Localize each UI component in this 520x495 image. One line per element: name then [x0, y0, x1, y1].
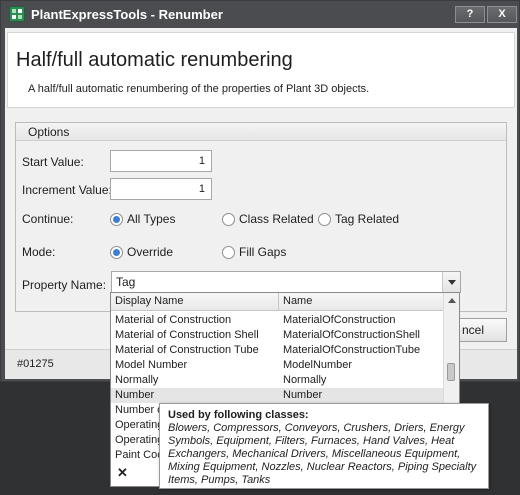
header-panel: Half/full automatic renumbering A half/f… [7, 32, 515, 108]
options-header: Options [16, 123, 506, 141]
mode-override-radio[interactable]: Override [110, 244, 173, 260]
list-item-name: Normally [283, 374, 327, 386]
list-item-selected[interactable]: Number Number [111, 388, 443, 403]
scroll-up-icon[interactable] [448, 298, 456, 303]
tooltip-body: Blowers, Compressors, Conveyors, Crusher… [168, 422, 477, 486]
close-icon[interactable]: ✕ [117, 465, 128, 481]
list-item-display: Number [115, 389, 155, 401]
close-button[interactable]: X [487, 6, 517, 23]
radio-label: All Types [127, 212, 176, 226]
list-item-display: Material of Construction [115, 314, 232, 326]
list-item-name: MaterialOfConstructionTube [283, 344, 421, 356]
radio-label: Class Related [239, 212, 314, 226]
radio-label: Fill Gaps [239, 245, 287, 259]
radio-unchecked-icon [222, 245, 235, 259]
page-title: Half/full automatic renumbering [16, 49, 293, 71]
property-name-value: Tag [116, 275, 136, 289]
mode-label: Mode: [22, 245, 56, 259]
chevron-down-icon[interactable] [442, 272, 460, 292]
app-icon [9, 6, 25, 22]
property-name-combo[interactable]: Tag [111, 271, 461, 293]
list-item[interactable]: Material of Construction Tube MaterialOf… [111, 343, 443, 358]
list-item-name: MaterialOfConstruction [283, 314, 396, 326]
property-name-label: Property Name: [22, 278, 107, 292]
options-legend: Options [28, 125, 70, 139]
continue-class-related-radio[interactable]: Class Related [222, 211, 314, 227]
radio-unchecked-icon [318, 212, 331, 226]
column-name[interactable]: Name [279, 293, 441, 311]
status-text: #01275 [17, 358, 54, 370]
radio-label: Tag Related [335, 212, 400, 226]
list-item[interactable]: Model Number ModelNumber [111, 358, 443, 373]
increment-value-label: Increment Value: [22, 183, 112, 197]
list-item-display: Material of Construction Tube [115, 344, 259, 356]
page-description: A half/full automatic renumbering of the… [28, 83, 370, 95]
list-item-name: ModelNumber [283, 359, 353, 371]
list-item[interactable]: Material of Construction Shell MaterialO… [111, 328, 443, 343]
scroll-thumb[interactable] [447, 363, 455, 381]
list-item-display: Paint Coc [115, 449, 163, 461]
window-title: PlantExpressTools - Renumber [31, 7, 223, 22]
continue-tag-related-radio[interactable]: Tag Related [318, 211, 399, 227]
list-item[interactable]: Normally Normally [111, 373, 443, 388]
start-value-input[interactable]: 1 [110, 150, 212, 172]
list-item-display: Number o [115, 404, 164, 416]
list-item-display: Material of Construction Shell [115, 329, 259, 341]
continue-label: Continue: [22, 212, 74, 226]
radio-unchecked-icon [222, 212, 235, 226]
radio-checked-icon [110, 212, 123, 226]
list-item-display: Operating [115, 419, 164, 431]
list-item-display: Normally [115, 374, 159, 386]
radio-label: Override [127, 245, 174, 259]
list-item-display: Model Number [115, 359, 188, 371]
list-item[interactable]: Material of Construction MaterialOfConst… [111, 313, 443, 328]
help-button[interactable]: ? [455, 6, 485, 23]
radio-checked-icon [110, 245, 123, 259]
list-item-display: Operating [115, 434, 164, 446]
list-item-name: MaterialOfConstructionShell [283, 329, 420, 341]
start-value-label: Start Value: [22, 155, 84, 169]
list-item-name: Number [283, 389, 323, 401]
continue-all-types-radio[interactable]: All Types [110, 211, 175, 227]
mode-fill-gaps-radio[interactable]: Fill Gaps [222, 244, 286, 260]
title-bar[interactable]: PlantExpressTools - Renumber ? X [1, 1, 519, 28]
classes-tooltip: Used by following classes: Blowers, Comp… [159, 403, 489, 489]
tooltip-title: Used by following classes: [168, 409, 309, 421]
column-display-name[interactable]: Display Name [111, 293, 279, 311]
dropdown-column-header: Display Name Name [111, 293, 459, 311]
increment-value-input[interactable]: 1 [110, 178, 212, 200]
